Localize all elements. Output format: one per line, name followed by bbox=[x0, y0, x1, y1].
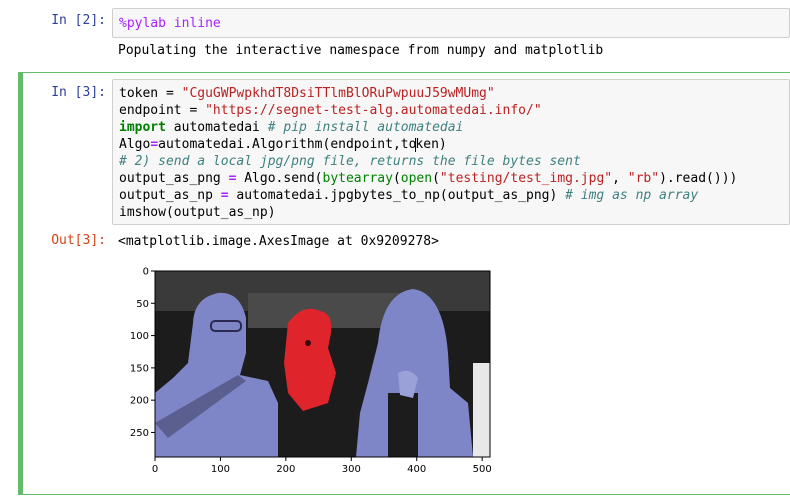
code-line-3: import automatedai # pip install automat… bbox=[119, 120, 464, 135]
code-line-1: token = "CguGWPwpkhdT8DsiTTlmBlORuPwpuuJ… bbox=[119, 86, 495, 101]
window-bright bbox=[473, 363, 490, 457]
x-axis: 0 100 200 300 400 500 bbox=[152, 457, 492, 475]
output-prompt: Out[3]: bbox=[51, 233, 106, 248]
code-line: %pylab inline bbox=[119, 15, 783, 32]
dark-clothing bbox=[388, 393, 418, 457]
code-line-7: output_as_np = automatedai.jpgbytes_to_n… bbox=[119, 188, 699, 203]
x-tick-label: 400 bbox=[407, 464, 426, 473]
notebook-cell-2-selected[interactable]: In [3]: token = "CguGWPwpkhdT8DsiTTlmBlO… bbox=[18, 72, 790, 495]
x-tick-label: 300 bbox=[342, 464, 361, 473]
stream-output: Populating the interactive namespace fro… bbox=[118, 43, 604, 58]
y-tick-label: 100 bbox=[130, 331, 149, 342]
y-tick-label: 250 bbox=[130, 428, 149, 439]
x-tick-label: 200 bbox=[276, 464, 295, 473]
plot-svg: 0 100 200 300 400 500 0 50 100 150 200 250 bbox=[130, 267, 492, 476]
code-input[interactable]: token = "CguGWPwpkhdT8DsiTTlmBlORuPwpuuJ… bbox=[112, 79, 790, 225]
y-axis: 0 50 100 150 200 250 bbox=[130, 267, 155, 439]
y-tick-label: 0 bbox=[143, 267, 149, 278]
x-tick-label: 100 bbox=[211, 464, 230, 473]
code-line-8: imshow(output_as_np) bbox=[119, 205, 276, 220]
notebook-cell-1[interactable]: In [2]: %pylab inline Populating the int… bbox=[18, 4, 790, 68]
x-tick-label: 500 bbox=[473, 464, 492, 473]
code-line-4: Algo=automatedai.Algorithm(endpoint,toke… bbox=[119, 137, 447, 152]
code-input[interactable]: %pylab inline bbox=[112, 8, 790, 38]
dog-nose bbox=[305, 340, 311, 346]
image-plot: 0 100 200 300 400 500 0 50 100 150 200 250 bbox=[128, 263, 498, 477]
code-line-6: output_as_png = Algo.send(bytearray(open… bbox=[119, 171, 738, 186]
x-tick-label: 0 bbox=[152, 464, 158, 473]
magic-command: %pylab inline bbox=[119, 16, 221, 31]
code-line-5: # 2) send a local jpg/png file, returns … bbox=[119, 154, 581, 169]
segmentation-image bbox=[155, 271, 490, 457]
dog-segment bbox=[284, 308, 336, 411]
code-line-2: endpoint = "https://segnet-test-alg.auto… bbox=[119, 103, 542, 118]
input-prompt: In [3]: bbox=[51, 85, 106, 100]
y-tick-label: 50 bbox=[136, 299, 149, 310]
y-tick-label: 200 bbox=[130, 396, 149, 407]
y-tick-label: 150 bbox=[130, 363, 149, 374]
result-text: <matplotlib.image.AxesImage at 0x9209278… bbox=[118, 234, 439, 249]
input-prompt: In [2]: bbox=[51, 13, 106, 28]
